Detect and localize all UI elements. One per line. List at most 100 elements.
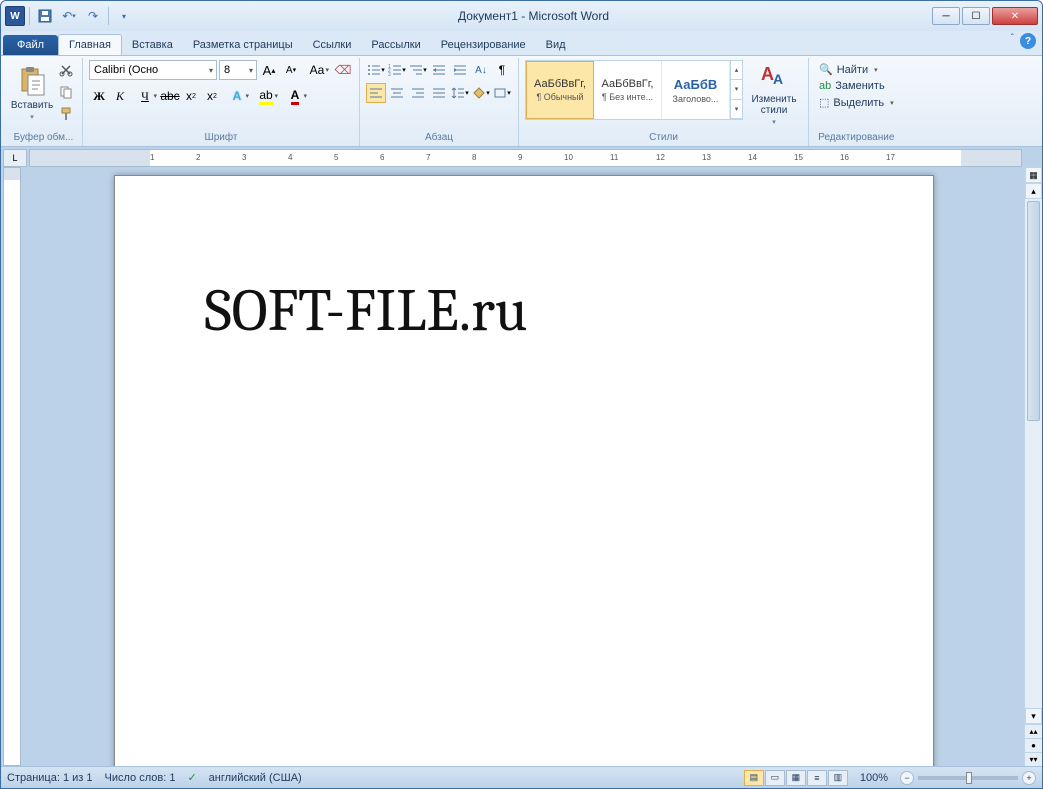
scroll-up-icon[interactable]: ▴: [1025, 183, 1042, 199]
tab-review[interactable]: Рецензирование: [431, 35, 536, 55]
group-editing: 🔍 Найти ▾ ab Заменить ⬚ Выделить ▾ Ред: [809, 58, 904, 146]
print-layout-view-icon[interactable]: ▤: [744, 770, 764, 786]
save-icon[interactable]: [34, 5, 56, 27]
gallery-scroll: ▴ ▾ ▾: [730, 61, 742, 119]
align-right-icon[interactable]: [408, 83, 428, 103]
find-button[interactable]: 🔍 Найти ▾: [815, 62, 898, 77]
line-spacing-icon[interactable]: ▾: [450, 83, 470, 103]
replace-button[interactable]: ab Заменить: [815, 79, 898, 93]
web-view-icon[interactable]: ▦: [786, 770, 806, 786]
proofing-icon[interactable]: ✓: [187, 771, 196, 784]
shrink-font-icon[interactable]: A▾: [281, 60, 301, 80]
horizontal-ruler[interactable]: 1234567891011121314151617: [29, 149, 1022, 167]
subscript-button[interactable]: x2: [181, 86, 201, 106]
select-button[interactable]: ⬚ Выделить ▾: [815, 95, 898, 110]
zoom-slider[interactable]: [918, 776, 1018, 780]
show-marks-icon[interactable]: ¶: [492, 60, 512, 80]
next-page-icon[interactable]: ▾▾: [1025, 752, 1042, 766]
tab-mailings[interactable]: Рассылки: [361, 35, 430, 55]
underline-button[interactable]: Ч: [131, 86, 159, 106]
change-styles-label: Изменить стили: [746, 94, 802, 116]
ruler-toggle-icon[interactable]: ▦: [1025, 167, 1042, 183]
style-preview: АаБбВвГг,: [534, 78, 586, 90]
sort-icon[interactable]: A↓: [471, 60, 491, 80]
tab-layout[interactable]: Разметка страницы: [183, 35, 303, 55]
scroll-thumb[interactable]: [1027, 201, 1040, 421]
italic-button[interactable]: К: [110, 86, 130, 106]
font-color-icon[interactable]: A: [281, 86, 309, 106]
scroll-track[interactable]: [1025, 199, 1042, 708]
zoom-out-icon[interactable]: −: [900, 771, 914, 785]
format-painter-icon[interactable]: [56, 104, 76, 124]
status-language[interactable]: английский (США): [209, 772, 302, 784]
gallery-down-icon[interactable]: ▾: [731, 80, 742, 99]
style-normal[interactable]: АаБбВвГг, ¶ Обычный: [526, 61, 594, 119]
gallery-up-icon[interactable]: ▴: [731, 61, 742, 80]
quick-access-toolbar: W ↶▾ ↷ ▾: [5, 5, 135, 27]
document-page[interactable]: SOFT-FILE.ru: [114, 175, 934, 766]
style-no-spacing[interactable]: АаБбВвГг, ¶ Без инте...: [594, 61, 662, 119]
prev-page-icon[interactable]: ▴▴: [1025, 724, 1042, 738]
style-heading1[interactable]: АаБбВ Заголово...: [662, 61, 730, 119]
clear-formatting-icon[interactable]: ⌫: [333, 60, 353, 80]
qat-customize-icon[interactable]: ▾: [113, 5, 135, 27]
align-center-icon[interactable]: [387, 83, 407, 103]
cut-icon[interactable]: [56, 60, 76, 80]
paste-button[interactable]: Вставить ▾: [11, 60, 53, 126]
close-button[interactable]: ✕: [992, 7, 1038, 25]
minimize-button[interactable]: ─: [932, 7, 960, 25]
ruler-tick: 10: [564, 153, 573, 162]
highlight-color-icon[interactable]: ab: [252, 86, 280, 106]
draft-view-icon[interactable]: ▥: [828, 770, 848, 786]
ruler-tick: 9: [518, 153, 522, 162]
multilevel-list-icon[interactable]: ▾: [408, 60, 428, 80]
help-icon[interactable]: ?: [1020, 33, 1036, 49]
outline-view-icon[interactable]: ≡: [807, 770, 827, 786]
undo-icon[interactable]: ↶▾: [58, 5, 80, 27]
tab-references[interactable]: Ссылки: [303, 35, 362, 55]
zoom-level[interactable]: 100%: [860, 772, 888, 784]
change-styles-button[interactable]: AA Изменить стили ▾: [746, 60, 802, 126]
superscript-button[interactable]: x2: [202, 86, 222, 106]
zoom-thumb[interactable]: [966, 772, 972, 784]
vertical-ruler[interactable]: [3, 167, 21, 766]
word-app-icon[interactable]: W: [5, 6, 25, 26]
font-size-combo[interactable]: 8: [219, 60, 257, 80]
align-left-icon[interactable]: [366, 83, 386, 103]
group-label: Шрифт: [89, 131, 353, 144]
tab-home[interactable]: Главная: [58, 34, 122, 55]
tab-selector[interactable]: L: [3, 149, 27, 167]
copy-icon[interactable]: [56, 82, 76, 102]
bullets-icon[interactable]: ▾: [366, 60, 386, 80]
grow-font-icon[interactable]: A▴: [259, 60, 279, 80]
align-justify-icon[interactable]: [429, 83, 449, 103]
document-text[interactable]: SOFT-FILE.ru: [205, 276, 843, 345]
status-page[interactable]: Страница: 1 из 1: [7, 772, 93, 784]
minimize-ribbon-icon[interactable]: ˆ: [1011, 33, 1014, 49]
scroll-down-icon[interactable]: ▾: [1025, 708, 1042, 724]
group-clipboard: Вставить ▾ Буфер обм...: [5, 58, 83, 146]
maximize-button[interactable]: ☐: [962, 7, 990, 25]
decrease-indent-icon[interactable]: [429, 60, 449, 80]
ruler-tick: 4: [288, 153, 292, 162]
borders-icon[interactable]: ▾: [492, 83, 512, 103]
tab-file[interactable]: Файл: [3, 35, 58, 55]
tab-insert[interactable]: Вставка: [122, 35, 183, 55]
ruler-tick: 5: [334, 153, 338, 162]
numbering-icon[interactable]: 123▾: [387, 60, 407, 80]
change-case-icon[interactable]: Aa: [303, 60, 331, 80]
fullscreen-view-icon[interactable]: ▭: [765, 770, 785, 786]
browse-object-icon[interactable]: ●: [1025, 738, 1042, 752]
status-words[interactable]: Число слов: 1: [105, 772, 176, 784]
shading-icon[interactable]: ▾: [471, 83, 491, 103]
font-name-combo[interactable]: Calibri (Осно: [89, 60, 217, 80]
page-viewport[interactable]: SOFT-FILE.ru: [23, 167, 1024, 766]
zoom-in-icon[interactable]: +: [1022, 771, 1036, 785]
strikethrough-button[interactable]: abc: [160, 86, 180, 106]
increase-indent-icon[interactable]: [450, 60, 470, 80]
tab-view[interactable]: Вид: [536, 35, 576, 55]
text-effects-icon[interactable]: A: [223, 86, 251, 106]
gallery-more-icon[interactable]: ▾: [731, 100, 742, 119]
redo-icon[interactable]: ↷: [82, 5, 104, 27]
bold-button[interactable]: Ж: [89, 86, 109, 106]
